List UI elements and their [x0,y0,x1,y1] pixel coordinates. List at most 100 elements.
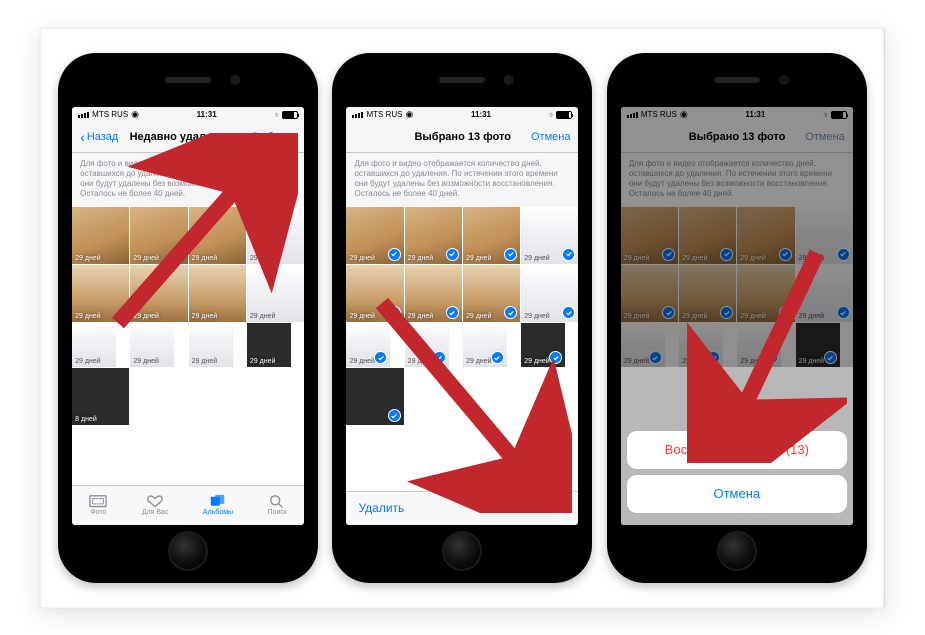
photo-thumb[interactable]: 8 дней [72,368,129,425]
nav-bar: Выбрано 13 фото Отмена [346,123,578,153]
sheet-cancel-button[interactable]: Отмена [627,475,847,513]
check-icon [446,248,459,261]
check-icon [433,351,446,364]
photo-thumb-selected[interactable]: 29 дней [405,207,462,264]
bluetooth-icon: ⌽ [274,110,279,120]
phone-frame-2: MTS RUS ◉ 11:31 ⌽ Выбрано 13 фото Отмена… [332,53,592,583]
tutorial-board: MTS RUS ◉ 11:31 ⌽ ‹ Назад Недавно удален… [40,28,885,608]
phone-speaker [165,77,211,83]
home-button[interactable] [442,531,482,571]
photo-thumb[interactable]: 29 дней [72,323,116,367]
photo-thumb[interactable]: 29 дней [189,265,246,322]
photo-thumb-selected[interactable]: 29 дней [521,207,578,264]
select-button[interactable]: Выбрать [252,131,296,143]
phone-camera [779,75,789,85]
phone-camera [504,75,514,85]
photo-thumb-selected[interactable]: 29 дней [463,265,520,322]
screen-3: MTS RUS ◉ 11:31 ⌽ Выбрано 13 фото Отмена… [621,107,853,525]
wifi-icon: ◉ [405,109,413,120]
phone-frame-1: MTS RUS ◉ 11:31 ⌽ ‹ Назад Недавно удален… [58,53,318,583]
photo-thumb[interactable]: 29 дней [189,207,246,264]
photo-grid: 29 дней 29 дней 29 дней 29 дней 29 дней … [346,207,578,426]
bottom-toolbar: Удалить Восстановить [346,491,578,525]
back-button[interactable]: ‹ Назад [80,130,118,144]
empty-space [405,368,579,425]
screen-1: MTS RUS ◉ 11:31 ⌽ ‹ Назад Недавно удален… [72,107,304,525]
empty-space [130,368,304,425]
photo-thumb-selected[interactable]: 29 дней [521,265,578,322]
carrier-label: MTS RUS [366,110,402,119]
photo-thumb-selected[interactable]: 29 дней [463,207,520,264]
photo-thumb-selected[interactable]: 29 дней [346,207,403,264]
photo-thumb-selected[interactable]: 29 дней [346,323,390,367]
photo-thumb-selected[interactable]: 29 дней [463,323,507,367]
photo-thumb[interactable]: 29 дней [247,265,304,322]
recover-button[interactable]: Восстановить [490,501,567,515]
screen-2: MTS RUS ◉ 11:31 ⌽ Выбрано 13 фото Отмена… [346,107,578,525]
signal-icon [78,112,89,118]
page-title: Выбрано 13 фото [414,131,511,143]
delete-button[interactable]: Удалить [358,501,404,515]
description-text: Для фото и видео отображается количество… [72,153,304,207]
clock: 11:31 [197,110,217,119]
phone-speaker [439,77,485,83]
photo-thumb[interactable]: 29 дней [130,207,187,264]
photo-thumb-selected[interactable]: 29 дней [405,323,449,367]
tab-search[interactable]: Поиск [268,494,287,516]
clock: 11:31 [471,110,491,119]
tab-albums[interactable]: Альбомы [203,494,233,516]
wifi-icon: ◉ [131,109,139,120]
photo-grid: 29 дней 29 дней 29 дней 29 дней 29 дней … [72,207,304,426]
photo-thumb[interactable]: 29 дней [189,323,233,367]
signal-icon [352,112,363,118]
check-icon [374,351,387,364]
photo-thumb[interactable]: 29 дней [72,207,129,264]
heart-icon [146,494,164,508]
empty-space [346,425,578,490]
action-sheet-backdrop[interactable]: Восстановить фото (13) Отмена [621,107,853,525]
check-icon [504,306,517,319]
battery-icon [282,111,298,119]
check-icon [446,306,459,319]
photo-thumb-selected[interactable]: 29 дней [521,323,565,367]
back-label: Назад [87,131,119,143]
carrier-label: MTS RUS [92,110,128,119]
check-icon [562,248,575,261]
photo-thumb-selected[interactable]: 29 дней [346,265,403,322]
photo-thumb[interactable]: 29 дней [247,207,304,264]
photo-thumb[interactable]: 29 дней [130,323,174,367]
tab-bar: Фото Для Вас Альбомы Поиск [72,485,304,525]
bluetooth-icon: ⌽ [549,110,554,120]
tab-for-you[interactable]: Для Вас [142,494,169,516]
albums-icon [209,494,227,508]
home-button[interactable] [168,531,208,571]
photo-thumb-selected[interactable] [346,368,403,425]
photo-thumb[interactable]: 29 дней [130,265,187,322]
home-button[interactable] [717,531,757,571]
description-text: Для фото и видео отображается количество… [346,153,578,207]
photo-thumb[interactable]: 29 дней [247,323,291,367]
board-shadow [881,29,885,607]
photo-thumb[interactable]: 29 дней [72,265,129,322]
check-icon [562,306,575,319]
empty-space [72,425,304,484]
search-icon [268,494,286,508]
check-icon [388,306,401,319]
photos-icon [89,494,107,508]
check-icon [504,248,517,261]
phone-camera [230,75,240,85]
check-icon [491,351,504,364]
check-icon [388,248,401,261]
page-title: Недавно удаленные [130,131,241,143]
recover-photos-button[interactable]: Восстановить фото (13) [627,431,847,469]
tab-photos[interactable]: Фото [89,494,107,516]
nav-bar: ‹ Назад Недавно удаленные Выбрать [72,123,304,153]
check-icon [388,409,401,422]
battery-icon [556,111,572,119]
phone-frame-3: MTS RUS ◉ 11:31 ⌽ Выбрано 13 фото Отмена… [607,53,867,583]
check-icon [549,351,562,364]
cancel-button[interactable]: Отмена [531,131,570,143]
photo-thumb-selected[interactable]: 29 дней [405,265,462,322]
phone-speaker [714,77,760,83]
status-bar: MTS RUS ◉ 11:31 ⌽ [72,107,304,123]
